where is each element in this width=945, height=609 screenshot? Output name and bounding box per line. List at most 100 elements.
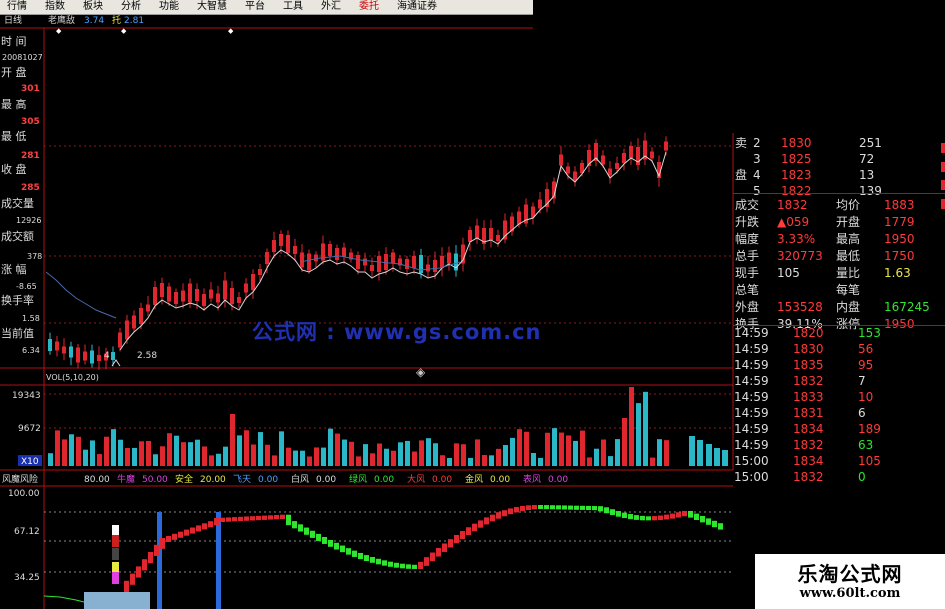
ind-segment-84 (628, 514, 633, 520)
ind-segment-1 (130, 573, 135, 585)
indicator-item-2: 50.00 (142, 475, 168, 485)
tick-price-3: 1832 (793, 374, 824, 388)
candle-body-73 (559, 154, 563, 166)
vol-bar-35 (293, 450, 298, 466)
candle-body-49 (391, 252, 395, 264)
vol-bar-46 (370, 453, 375, 466)
ind-segment-98 (712, 520, 717, 528)
vol-bar-52 (412, 451, 417, 466)
candle-body-29 (251, 274, 255, 290)
quote-value-right-2: 1950 (884, 232, 915, 246)
vol-bar-50 (398, 442, 403, 466)
candle-body-3 (69, 346, 73, 358)
ind-segment-38 (352, 550, 357, 557)
vol-bar-69 (531, 452, 536, 466)
ind-segment-88 (652, 516, 657, 521)
vol-bar-19 (181, 442, 186, 466)
ind-segment-54 (448, 539, 453, 548)
ind-segment-71 (550, 505, 555, 510)
ind-segment-20 (244, 516, 249, 521)
vol-bar-5 (83, 449, 88, 466)
candle-body-35 (293, 246, 297, 254)
candle-body-22 (202, 294, 206, 306)
ind-segment-91 (670, 513, 675, 519)
ind-segment-32 (316, 533, 321, 541)
candle-body-88 (664, 141, 668, 151)
vol-bar-43 (349, 441, 354, 466)
vol-bar-88 (664, 440, 669, 466)
quote-label-right-4: 量比 (836, 266, 861, 280)
turnover-label: 换手率 (1, 294, 34, 307)
ind-segment-13 (202, 523, 207, 530)
ind-segment-3 (142, 559, 147, 571)
vol-bar-49 (391, 450, 396, 466)
brand-box: 乐淘公式网 www.60lt.com (755, 554, 945, 609)
edge-bar-2 (941, 180, 945, 190)
candle-body-14 (146, 304, 150, 312)
vol-bar-24 (216, 453, 221, 466)
ind-segment-47 (406, 564, 411, 569)
indicator-item-4: 20.00 (200, 475, 226, 485)
ind-segment-40 (364, 555, 369, 562)
candle-body-44 (356, 255, 360, 269)
ind-segment-7 (166, 535, 171, 542)
indicator-item-3: 安全 (175, 473, 193, 485)
current-value: 6.34 (22, 346, 40, 355)
vol-bar-63 (489, 455, 494, 466)
ind-stack-1 (112, 535, 119, 547)
ind-segment-82 (616, 511, 621, 517)
tick-vol-0: 153 (858, 326, 881, 340)
ind-segment-81 (610, 509, 615, 516)
quote-label-right-5: 每笔 (836, 283, 861, 297)
tick-time-0: 14:59 (734, 326, 769, 340)
tick-price-0: 1820 (793, 326, 824, 340)
candle-body-15 (153, 287, 157, 305)
ind-segment-0 (124, 580, 129, 592)
vol-unit: X10 (21, 457, 39, 467)
ind-segment-41 (370, 557, 375, 563)
indicator-item-7: 白风 (291, 473, 309, 485)
candle-body-7 (97, 355, 101, 361)
orderbook-vol-1: 72 (859, 152, 875, 166)
ind-segment-28 (292, 521, 297, 529)
vol-bar-77 (587, 457, 592, 466)
ind-segment-2 (136, 566, 141, 578)
vol-bar-34 (286, 447, 291, 466)
tick-time-3: 14:59 (734, 374, 769, 388)
vol-bar-48 (384, 448, 389, 466)
brand-url[interactable]: www.60lt.com (755, 586, 945, 601)
vol-bar-37 (307, 456, 312, 466)
tick-price-7: 1832 (793, 438, 824, 452)
candle-body-28 (244, 283, 248, 293)
candle-body-36 (300, 252, 304, 268)
indicator-item-13: 金风 (465, 473, 483, 485)
ind-segment-52 (436, 547, 441, 557)
high-label: 最 高 (1, 98, 27, 111)
vol-bar-68 (524, 431, 529, 466)
tick-time-1: 14:59 (734, 342, 769, 356)
candle-body-82 (622, 153, 626, 163)
candle-body-11 (125, 320, 129, 340)
vol-bar-21 (195, 439, 200, 466)
ma-line-2 (45, 271, 117, 319)
ind-segment-49 (418, 561, 423, 569)
vol-bar-38 (314, 447, 319, 466)
ind-segment-67 (526, 505, 531, 511)
ind-segment-96 (700, 516, 705, 523)
candle-body-86 (650, 151, 654, 159)
tick-vol-2: 95 (858, 358, 874, 372)
vol-bar-33 (279, 431, 284, 466)
ind-segment-29 (298, 524, 303, 532)
candle-body-80 (608, 168, 612, 176)
ind-segment-50 (424, 557, 429, 566)
candle-body-27 (237, 297, 241, 303)
candle-body-13 (139, 308, 143, 324)
tick-time-2: 14:59 (734, 358, 769, 372)
indicator-title: 风魔风险 (2, 473, 38, 485)
vol-bar-28 (244, 430, 249, 466)
vol-bar-2 (62, 439, 67, 466)
ind-segment-57 (466, 527, 471, 536)
vol-bar-65 (503, 445, 508, 466)
candle-body-64 (496, 235, 500, 241)
tick-vol-5: 6 (858, 406, 866, 420)
